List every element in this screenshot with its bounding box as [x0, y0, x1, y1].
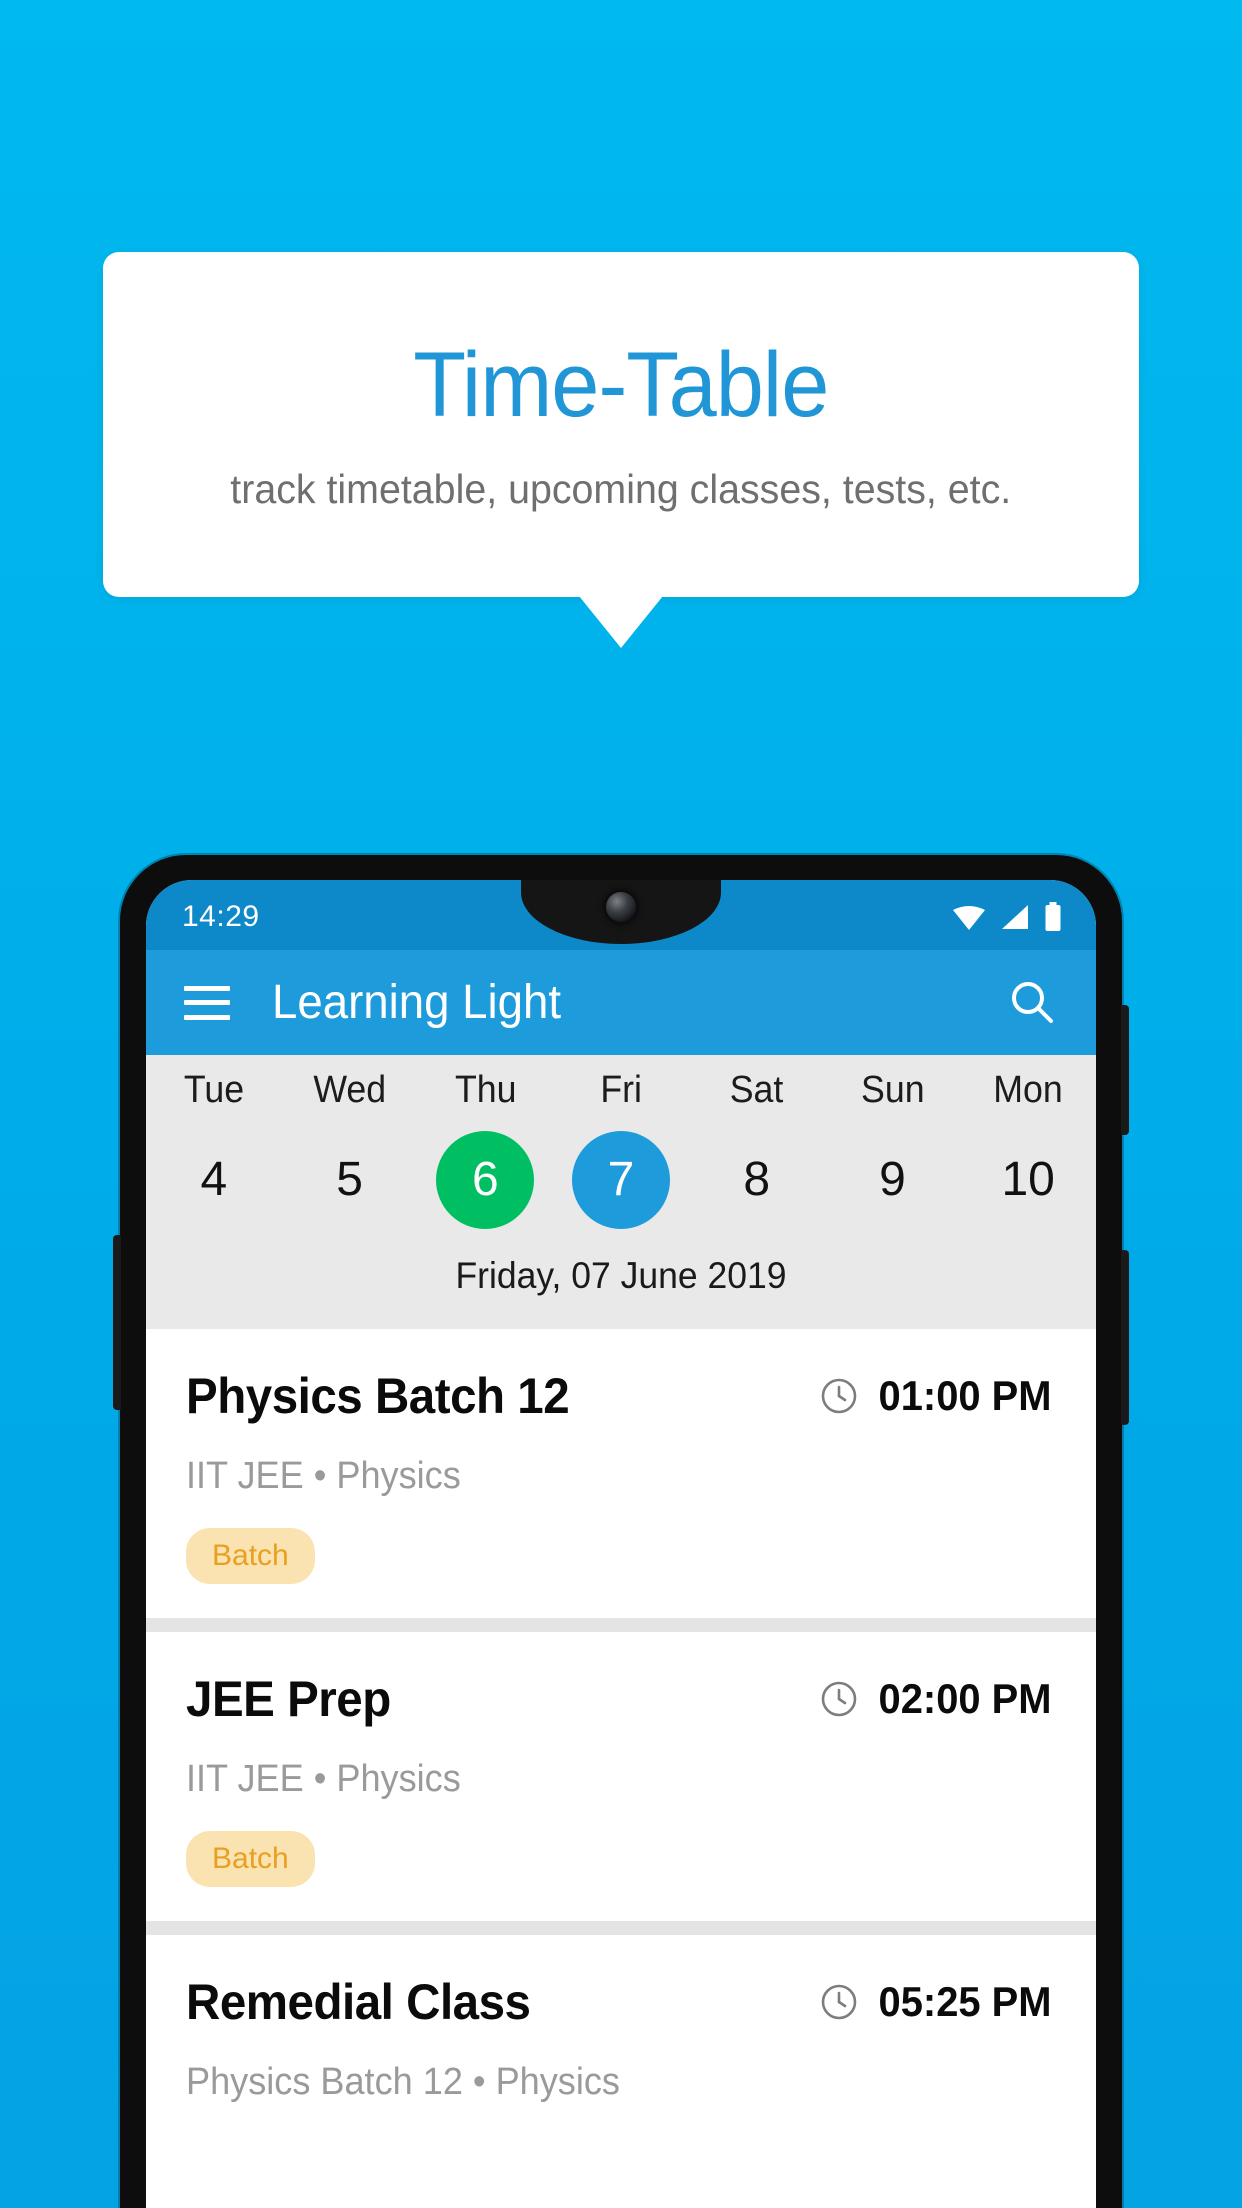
class-time: 05:25 PM: [878, 1978, 1052, 2025]
phone-device: 14:29 Learning Light Tue 4 Wed 5 Thu 6 F…: [113, 855, 1129, 2208]
phone-volume-button[interactable]: [1121, 1005, 1129, 1135]
day-number-wrap-today: 6: [436, 1131, 535, 1229]
promo-title: Time-Table: [413, 334, 829, 437]
day-column-thu[interactable]: Thu 6: [417, 1071, 553, 1229]
day-number: 8: [743, 1153, 771, 1206]
promo-subtitle: track timetable, upcoming classes, tests…: [230, 465, 1012, 512]
day-column-sun[interactable]: Sun 9: [825, 1071, 961, 1229]
wifi-icon: [953, 906, 985, 930]
class-time-group: 02:00 PM: [820, 1675, 1056, 1723]
day-column-fri[interactable]: Fri 7: [553, 1071, 689, 1229]
clock-icon: [821, 1984, 857, 2020]
day-number-wrap: 5: [301, 1131, 399, 1229]
class-card[interactable]: Remedial Class 05:25 PM Physics Batch 12…: [146, 1935, 1096, 2138]
class-list[interactable]: Physics Batch 12 01:00 PM IIT JEE • Phys…: [146, 1329, 1096, 2138]
promo-card-tail: [579, 596, 663, 648]
status-bar: 14:29: [146, 880, 1096, 950]
class-card-header: Remedial Class 05:25 PM: [186, 1973, 1056, 2031]
phone-power-button[interactable]: [1121, 1250, 1129, 1425]
week-strip: Tue 4 Wed 5 Thu 6 Fri 7 Sat 8 Sun 9 Mon …: [146, 1055, 1096, 1329]
class-card[interactable]: Physics Batch 12 01:00 PM IIT JEE • Phys…: [146, 1329, 1096, 1618]
day-number: 5: [336, 1153, 363, 1206]
day-number: 6: [471, 1153, 499, 1206]
day-name: Mon: [993, 1069, 1063, 1111]
class-card-header: Physics Batch 12 01:00 PM: [186, 1367, 1056, 1425]
promo-card: Time-Table track timetable, upcoming cla…: [103, 252, 1139, 597]
day-name: Tue: [183, 1069, 244, 1111]
day-number: 4: [200, 1153, 228, 1206]
class-title: Remedial Class: [186, 1974, 531, 2030]
class-time: 01:00 PM: [878, 1372, 1052, 1419]
hamburger-icon[interactable]: [184, 985, 230, 1020]
day-column-tue[interactable]: Tue 4: [146, 1071, 282, 1229]
class-time-group: 05:25 PM: [820, 1978, 1056, 2026]
day-name: Sun: [860, 1069, 925, 1111]
day-number-wrap: 9: [843, 1131, 941, 1229]
search-icon[interactable]: [1006, 977, 1058, 1029]
class-time: 02:00 PM: [878, 1675, 1052, 1722]
day-name: Thu: [454, 1069, 517, 1111]
battery-icon: [1045, 902, 1061, 931]
status-badge: Batch: [186, 1831, 315, 1887]
class-title: Physics Batch 12: [186, 1368, 570, 1424]
class-subtitle: Physics Batch 12 • Physics: [186, 2061, 620, 2103]
selected-date-label: Friday, 07 June 2019: [455, 1255, 787, 1296]
clock-icon: [821, 1378, 857, 1414]
day-column-sat[interactable]: Sat 8: [689, 1071, 825, 1229]
app-bar: Learning Light: [146, 950, 1096, 1055]
day-number: 10: [1001, 1153, 1055, 1206]
day-column-mon[interactable]: Mon 10: [960, 1071, 1096, 1229]
class-title: JEE Prep: [186, 1671, 391, 1727]
day-number-wrap: 10: [979, 1131, 1077, 1229]
class-subtitle: IIT JEE • Physics: [186, 1455, 461, 1497]
day-column-wed[interactable]: Wed 5: [282, 1071, 418, 1229]
phone-left-button[interactable]: [113, 1235, 121, 1410]
front-camera-icon: [606, 892, 636, 922]
day-name: Wed: [313, 1069, 386, 1111]
status-bar-icons: [952, 902, 1062, 932]
signal-icon: [1002, 905, 1028, 929]
clock-icon: [821, 1681, 857, 1717]
day-name: Sat: [729, 1069, 784, 1111]
day-number: 7: [607, 1153, 635, 1206]
day-number-wrap: 8: [708, 1131, 806, 1229]
class-time-group: 01:00 PM: [820, 1372, 1056, 1420]
class-subtitle: IIT JEE • Physics: [186, 1758, 461, 1800]
app-title: Learning Light: [272, 976, 562, 1029]
day-name: Fri: [600, 1069, 642, 1111]
day-number-wrap-selected: 7: [572, 1131, 671, 1229]
day-number-wrap: 4: [165, 1131, 263, 1229]
class-card[interactable]: JEE Prep 02:00 PM IIT JEE • Physics Batc…: [146, 1632, 1096, 1921]
status-bar-time: 14:29: [182, 900, 260, 933]
class-card-header: JEE Prep 02:00 PM: [186, 1670, 1056, 1728]
phone-notch: [521, 880, 721, 944]
week-days-row: Tue 4 Wed 5 Thu 6 Fri 7 Sat 8 Sun 9 Mon …: [146, 1071, 1096, 1229]
status-badge: Batch: [186, 1528, 315, 1584]
phone-screen: 14:29 Learning Light Tue 4 Wed 5 Thu 6 F…: [146, 880, 1096, 2208]
day-number: 9: [879, 1153, 906, 1206]
